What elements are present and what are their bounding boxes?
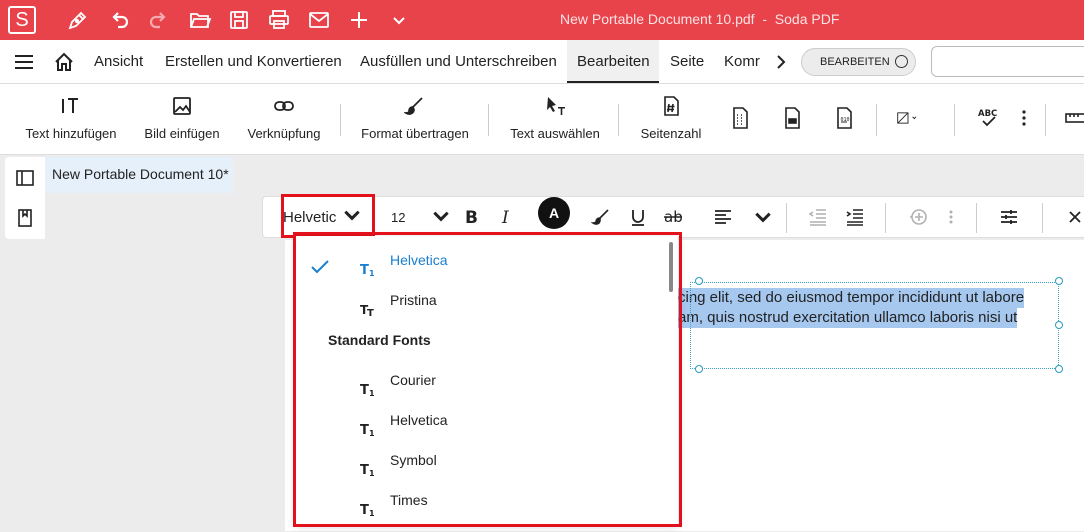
resize-handle[interactable] bbox=[1055, 321, 1063, 329]
undo-icon[interactable] bbox=[107, 8, 131, 32]
add-circle-icon[interactable] bbox=[908, 205, 928, 229]
tab-ansicht[interactable]: Ansicht bbox=[94, 53, 143, 70]
ribbon-separator bbox=[340, 104, 341, 136]
open-folder-icon[interactable] bbox=[188, 8, 212, 32]
left-side-panel bbox=[5, 157, 45, 239]
toolbar-separator bbox=[1042, 203, 1043, 233]
page-number-icon bbox=[636, 94, 706, 118]
save-icon[interactable] bbox=[227, 8, 251, 32]
page-number-label: Seitenzahl bbox=[640, 126, 702, 141]
image-icon bbox=[140, 94, 224, 118]
resize-handle[interactable] bbox=[695, 365, 703, 373]
insert-image-label: Bild einfügen bbox=[144, 126, 220, 141]
text-box-frame[interactable] bbox=[690, 282, 1059, 369]
bold-icon[interactable]: B bbox=[461, 205, 481, 229]
edit-mode-label: BEARBEITEN bbox=[820, 56, 890, 68]
ruler-icon[interactable] bbox=[1064, 106, 1084, 130]
tab-bearbeiten[interactable]: Bearbeiten bbox=[577, 53, 650, 70]
redo-icon[interactable] bbox=[147, 8, 171, 32]
menu-bar: Ansicht Erstellen und Konvertieren Ausfü… bbox=[0, 40, 1084, 84]
font-size-value: 12 bbox=[391, 209, 406, 225]
link-icon bbox=[243, 94, 325, 118]
toolbar-separator bbox=[885, 203, 886, 233]
increase-indent-icon[interactable] bbox=[845, 205, 865, 229]
spell-check-icon[interactable]: ABC bbox=[977, 106, 1001, 130]
title-bar: S New Portable Document 10.pdf - Soda PD… bbox=[0, 0, 1084, 40]
ribbon-separator bbox=[954, 104, 955, 136]
add-text-label: Text hinzufügen bbox=[25, 126, 117, 141]
more-options-icon[interactable] bbox=[1012, 106, 1026, 130]
decrease-indent-icon[interactable] bbox=[808, 205, 828, 229]
document-tab[interactable]: New Portable Document 10* bbox=[45, 157, 233, 193]
hamburger-menu-icon[interactable] bbox=[13, 52, 35, 72]
ribbon-separator bbox=[1045, 104, 1046, 136]
mail-icon[interactable] bbox=[307, 8, 331, 32]
svg-text:010: 010 bbox=[841, 117, 850, 123]
font-color-button[interactable]: A bbox=[538, 197, 570, 229]
brush-icon bbox=[358, 94, 472, 118]
panel-toggle-icon[interactable] bbox=[15, 168, 35, 188]
chevron-down-icon bbox=[431, 206, 451, 229]
toolbar-separator bbox=[976, 203, 977, 233]
settings-sliders-icon[interactable] bbox=[999, 205, 1019, 229]
bookmark-icon[interactable] bbox=[15, 208, 35, 228]
font-size-dropdown[interactable]: 12 bbox=[391, 205, 451, 229]
toggle-circle-icon bbox=[895, 55, 908, 68]
italic-icon[interactable]: I bbox=[497, 205, 517, 229]
tab-kommentar[interactable]: Komr bbox=[724, 53, 760, 70]
format-painter-label: Format übertragen bbox=[361, 126, 469, 141]
header-footer-icon[interactable] bbox=[728, 106, 752, 130]
window-title-app: Soda PDF bbox=[774, 11, 840, 27]
resize-handle[interactable] bbox=[1055, 365, 1063, 373]
insert-image-button[interactable]: Bild einfügen bbox=[140, 94, 224, 141]
svg-text:B: B bbox=[465, 208, 478, 227]
chevron-down-icon[interactable] bbox=[387, 8, 411, 32]
font-color-label: A bbox=[538, 197, 570, 229]
add-text-icon bbox=[22, 94, 120, 118]
ribbon-separator bbox=[488, 104, 489, 136]
redact-dropdown-icon[interactable] bbox=[896, 106, 938, 130]
link-label: Verknüpfung bbox=[247, 126, 321, 141]
select-text-label: Text auswählen bbox=[510, 126, 600, 141]
chevron-down-icon[interactable] bbox=[753, 205, 773, 229]
chevron-right-icon[interactable] bbox=[773, 53, 789, 71]
format-painter-button[interactable]: Format übertragen bbox=[358, 94, 472, 141]
tab-erstellen-und-konvertieren[interactable]: Erstellen und Konvertieren bbox=[165, 53, 342, 70]
page-number-button[interactable]: Seitenzahl bbox=[636, 94, 706, 141]
tab-ausfuellen-und-unterschreiben[interactable]: Ausfüllen und Unterschreiben bbox=[360, 53, 557, 70]
ribbon-separator bbox=[618, 104, 619, 136]
watermark-icon[interactable] bbox=[780, 106, 804, 130]
home-icon[interactable] bbox=[53, 51, 75, 73]
close-icon[interactable] bbox=[1065, 205, 1084, 229]
print-icon[interactable] bbox=[267, 8, 291, 32]
toolbar-separator bbox=[786, 203, 787, 233]
ribbon-toolbar: Text hinzufügen Bild einfügen Verknüpfun… bbox=[0, 84, 1084, 155]
more-options-icon[interactable] bbox=[947, 205, 955, 229]
link-button[interactable]: Verknüpfung bbox=[243, 94, 325, 141]
add-text-button[interactable]: Text hinzufügen bbox=[22, 94, 120, 141]
app-logo[interactable]: S bbox=[8, 6, 36, 34]
pen-icon[interactable] bbox=[66, 8, 90, 32]
bates-numbering-icon[interactable]: 010 bbox=[832, 106, 856, 130]
search-input[interactable] bbox=[931, 46, 1084, 77]
resize-handle[interactable] bbox=[1055, 277, 1063, 285]
select-text-icon bbox=[505, 94, 605, 118]
resize-handle[interactable] bbox=[695, 277, 703, 285]
underline-icon[interactable] bbox=[628, 205, 648, 229]
window-title-doc: New Portable Document 10.pdf bbox=[560, 11, 755, 27]
select-text-button[interactable]: Text auswählen bbox=[505, 94, 605, 141]
align-left-icon[interactable] bbox=[713, 205, 733, 229]
tab-seite[interactable]: Seite bbox=[670, 53, 704, 70]
strikethrough-icon[interactable]: ab bbox=[663, 205, 683, 229]
highlight-icon[interactable] bbox=[591, 205, 611, 229]
font-dropdown-highlight bbox=[293, 232, 682, 527]
edit-mode-toggle[interactable]: BEARBEITEN bbox=[801, 48, 916, 76]
ribbon-separator bbox=[876, 104, 877, 136]
plus-icon[interactable] bbox=[347, 8, 371, 32]
window-title: New Portable Document 10.pdf - Soda PDF bbox=[560, 11, 1080, 27]
svg-text:I: I bbox=[501, 208, 509, 227]
